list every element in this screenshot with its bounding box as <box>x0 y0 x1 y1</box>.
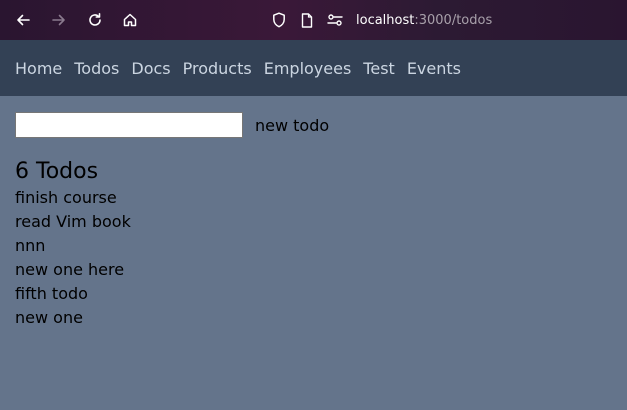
new-todo-form: new todo <box>15 112 615 138</box>
new-todo-input[interactable] <box>15 112 243 138</box>
todo-item: nnn <box>15 236 46 255</box>
main-content: new todo 6 Todos finish course read Vim … <box>15 112 615 330</box>
url-host: localhost <box>356 12 415 28</box>
shield-icon[interactable] <box>270 11 288 29</box>
todo-item: finish course <box>15 188 117 207</box>
forward-button[interactable] <box>47 8 71 32</box>
todo-item: read Vim book <box>15 212 131 231</box>
todo-item: new one <box>15 308 83 327</box>
nav-link-docs[interactable]: Docs <box>131 59 170 78</box>
todo-item: fifth todo <box>15 284 88 303</box>
nav-link-test[interactable]: Test <box>363 59 395 78</box>
url-text[interactable]: localhost:3000/todos <box>356 13 492 28</box>
browser-toolbar: localhost:3000/todos <box>0 0 627 40</box>
arrow-left-icon <box>17 14 30 26</box>
new-todo-label: new todo <box>255 115 330 135</box>
arrow-right-icon <box>52 14 65 26</box>
page-icon[interactable] <box>298 11 316 29</box>
url-path: :3000/todos <box>414 12 493 28</box>
todo-item: new one here <box>15 260 125 279</box>
nav-link-todos[interactable]: Todos <box>74 59 119 78</box>
back-button[interactable] <box>11 8 35 32</box>
home-icon <box>123 13 137 27</box>
todo-count-heading: 6 Todos <box>15 159 99 184</box>
app-navbar: Home Todos Docs Products Employees Test … <box>0 40 627 96</box>
nav-link-products[interactable]: Products <box>183 59 252 78</box>
permissions-icon[interactable] <box>326 11 344 29</box>
reload-button[interactable] <box>83 8 107 32</box>
todo-list: finish course read Vim book nnn new one … <box>15 186 615 330</box>
reload-icon <box>89 13 101 26</box>
home-button[interactable] <box>118 8 142 32</box>
address-bar[interactable]: localhost:3000/todos <box>270 8 492 32</box>
nav-link-employees[interactable]: Employees <box>264 59 352 78</box>
nav-link-events[interactable]: Events <box>407 59 461 78</box>
nav-link-home[interactable]: Home <box>15 59 62 78</box>
